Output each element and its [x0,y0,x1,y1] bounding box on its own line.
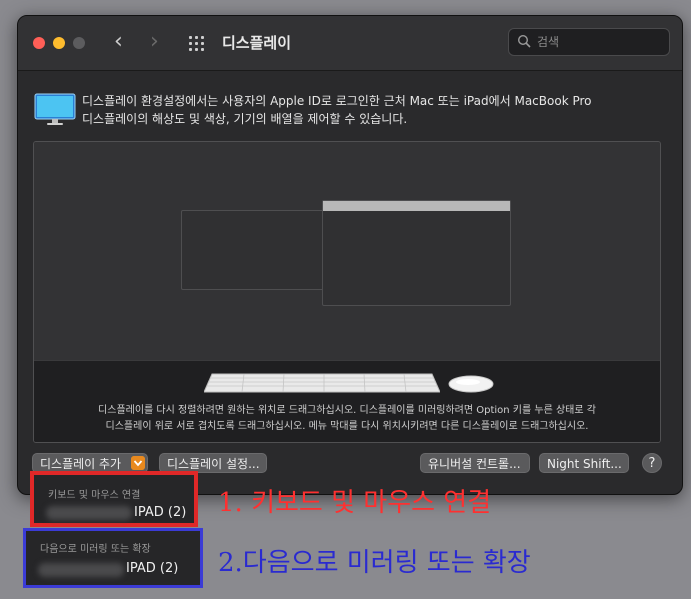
keyboard-icon [204,373,440,393]
titlebar: ‹ › 디스플레이 [18,16,682,71]
mouse-icon [448,375,494,393]
display-thumbnail-secondary[interactable] [181,210,325,290]
display-arrangement-panel: 디스플레이를 다시 정렬하려면 원하는 위치로 드래그하십시오. 디스플레이를 … [33,141,661,443]
show-all-grid-icon[interactable] [189,36,207,52]
menu-item-ipad-link[interactable]: IPAD (2) [134,505,186,520]
window-title: 디스플레이 [222,34,292,52]
display-monitor-icon [34,93,76,125]
arrangement-area [34,142,660,360]
menu-bar-indicator[interactable] [323,201,510,211]
menu-section-header: 다음으로 미러링 또는 확장 [40,544,151,555]
arrangement-hint: 디스플레이를 다시 정렬하려면 원하는 위치로 드래그하십시오. 디스플레이를 … [34,403,660,435]
search-field[interactable] [508,28,670,56]
help-button[interactable]: ? [642,453,662,473]
universal-control-button[interactable]: 유니버설 컨트롤... [420,453,530,473]
mirror-extend-menu-section: 다음으로 미러링 또는 확장 IPAD (2) [23,528,203,588]
keyboard-mouse-link-menu-section: 키보드 및 마우스 연결 IPAD (2) [30,471,198,527]
description-line: 디스플레이 환경설정에서는 사용자의 Apple ID로 로그인한 근처 Mac… [82,94,592,108]
display-settings-button[interactable]: 디스플레이 설정... [159,453,267,473]
annotation-step-2: 2.다음으로 미러링 또는 확장 [218,548,531,578]
display-thumbnail-main[interactable] [322,200,511,306]
blurred-device-name [46,506,132,520]
description-line: 디스플레이의 해상도 및 색상, 기기의 배열을 제어할 수 있습니다. [82,112,408,126]
description-text: 디스플레이 환경설정에서는 사용자의 Apple ID로 로그인한 근처 Mac… [82,92,672,128]
blurred-device-name [38,563,124,577]
search-input[interactable] [535,32,667,52]
forward-chevron-icon[interactable]: › [150,30,159,54]
system-preferences-window: ‹ › 디스플레이 디스플레이 환경설정에서는 사용자의 Apple ID로 로… [17,15,683,495]
input-devices-area: 디스플레이를 다시 정렬하려면 원하는 위치로 드래그하십시오. 디스플레이를 … [34,360,660,442]
close-window-button[interactable] [33,37,45,49]
add-display-label: 디스플레이 추가 [40,457,122,471]
back-chevron-icon[interactable]: ‹ [114,30,123,54]
chevron-down-icon [131,456,145,470]
menu-item-ipad-mirror[interactable]: IPAD (2) [126,561,178,576]
night-shift-button[interactable]: Night Shift... [539,453,629,473]
zoom-window-button[interactable] [73,37,85,49]
menu-section-header: 키보드 및 마우스 연결 [48,490,141,501]
minimize-window-button[interactable] [53,37,65,49]
add-display-popup-button[interactable]: 디스플레이 추가 [32,453,148,473]
search-icon [517,34,531,48]
annotation-step-1: 1. 키보드 및 마우스 연결 [218,488,492,518]
hint-line: 디스플레이를 다시 정렬하려면 원하는 위치로 드래그하십시오. 디스플레이를 … [98,405,596,416]
hint-line: 디스플레이 위로 서로 겹치도록 드래그하십시오. 메뉴 막대를 다시 위치시키… [105,421,589,432]
